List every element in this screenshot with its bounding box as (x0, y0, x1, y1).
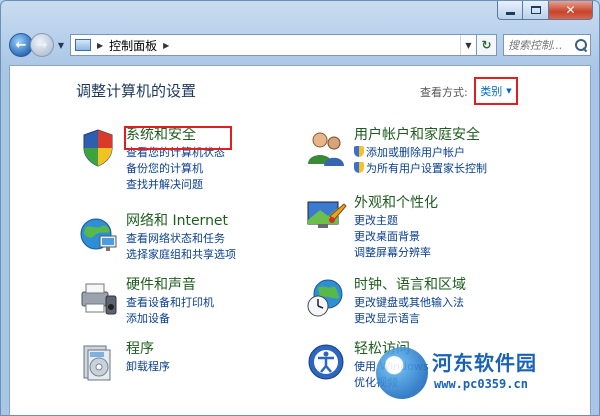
link-parental-controls[interactable]: 为所有用户设置家长控制 (354, 161, 487, 177)
category-title[interactable]: 硬件和声音 (126, 274, 196, 294)
link-troubleshoot[interactable]: 查找并解决问题 (126, 177, 225, 193)
minimize-button[interactable] (497, 1, 523, 20)
link-text: 添加或删除用户帐户 (366, 146, 465, 159)
link-add-device[interactable]: 添加设备 (126, 311, 214, 327)
system-security-icon (83, 129, 113, 167)
category-links: 查看您的计算机状态 备份您的计算机 查找并解决问题 (126, 145, 225, 193)
uac-shield-icon (354, 146, 364, 157)
category-links: 更改主题 更改桌面背景 调整屏幕分辨率 (354, 213, 431, 261)
category-title[interactable]: 时钟、语言和区域 (354, 274, 466, 294)
link-display-language[interactable]: 更改显示语言 (354, 311, 464, 327)
breadcrumb-trail-arrow[interactable]: ▶ (163, 41, 169, 50)
link-uninstall[interactable]: 卸载程序 (126, 359, 170, 375)
breadcrumb-separator[interactable]: ▶ (97, 41, 103, 50)
address-dropdown-button[interactable]: ▼ (460, 35, 476, 55)
link-backup[interactable]: 备份您的计算机 (126, 161, 225, 177)
view-by-label: 查看方式: (420, 86, 468, 99)
navigation-bar: ← → ▼ ▶ 控制面板 ▶ ▼ ↻ (9, 31, 591, 59)
watermark-url: www.pc0359.cn (434, 377, 528, 391)
link-network-status[interactable]: 查看网络状态和任务 (126, 231, 236, 247)
refresh-button[interactable]: ↻ (477, 34, 497, 56)
control-panel-icon (75, 39, 91, 51)
forward-button[interactable]: → (30, 33, 54, 57)
caption-buttons: ✕ (497, 1, 593, 21)
category-title[interactable]: 网络和 Internet (126, 210, 228, 230)
uac-shield-icon (354, 162, 364, 173)
category-title[interactable]: 用户帐户和家庭安全 (354, 124, 480, 144)
refresh-icon: ↻ (481, 38, 492, 52)
recent-pages-dropdown[interactable]: ▼ (56, 41, 66, 50)
link-text: 为所有用户设置家长控制 (366, 162, 487, 175)
breadcrumb-control-panel[interactable]: 控制面板 (109, 37, 157, 54)
category-title[interactable]: 外观和个性化 (354, 192, 438, 212)
category-links: 查看网络状态和任务 选择家庭组和共享选项 (126, 231, 236, 263)
page-title: 调整计算机的设置 (76, 82, 197, 100)
link-desktop-background[interactable]: 更改桌面背景 (354, 229, 431, 245)
network-icon (80, 218, 117, 251)
address-bar[interactable]: ▶ 控制面板 ▶ ▼ (70, 34, 477, 56)
link-screen-resolution[interactable]: 调整屏幕分辨率 (354, 245, 431, 261)
appearance-icon (307, 201, 347, 228)
watermark: 河东软件园 www.pc0359.cn (376, 343, 586, 405)
ease-of-access-icon (308, 344, 344, 380)
search-input[interactable] (508, 38, 572, 52)
hardware-sound-icon (81, 283, 117, 315)
link-add-remove-users[interactable]: 添加或删除用户帐户 (354, 145, 487, 161)
watermark-logo-icon (376, 347, 428, 399)
link-devices-printers[interactable]: 查看设备和打印机 (126, 295, 214, 311)
category-links: 卸载程序 (126, 359, 170, 375)
link-change-theme[interactable]: 更改主题 (354, 213, 431, 229)
view-by-dropdown[interactable]: 类别 ▼ (474, 77, 518, 105)
highlight-box (124, 126, 232, 150)
category-links: 更改键盘或其他输入法 更改显示语言 (354, 295, 464, 327)
search-box[interactable] (503, 34, 591, 56)
maximize-icon (530, 6, 541, 14)
programs-icon (83, 345, 111, 381)
link-homegroup[interactable]: 选择家庭组和共享选项 (126, 247, 236, 263)
maximize-button[interactable] (523, 1, 549, 20)
chevron-down-icon: ▼ (465, 40, 472, 50)
main-content: 调整计算机的设置 查看方式: 类别 ▼ 系统和安全 查看您的计算机状态 备份您的… (9, 65, 591, 415)
link-keyboard-input[interactable]: 更改键盘或其他输入法 (354, 295, 464, 311)
minimize-icon (505, 11, 515, 15)
close-icon: ✕ (565, 3, 576, 17)
user-accounts-icon (308, 132, 344, 166)
back-arrow-icon: ← (15, 37, 27, 53)
chevron-down-icon: ▼ (506, 87, 512, 95)
category-links: 添加或删除用户帐户 为所有用户设置家长控制 (354, 145, 487, 177)
watermark-title: 河东软件园 (432, 351, 537, 375)
chevron-down-icon: ▼ (57, 40, 65, 50)
search-icon[interactable] (574, 38, 588, 52)
category-links: 查看设备和打印机 添加设备 (126, 295, 214, 327)
control-panel-window: ✕ ← → ▼ ▶ 控制面板 ▶ ▼ ↻ 调整计算机的设置 查看方式: 类别 ▼ (0, 0, 600, 416)
category-title[interactable]: 程序 (126, 338, 154, 358)
close-button[interactable]: ✕ (549, 1, 593, 20)
view-by-value: 类别 (480, 85, 503, 98)
forward-arrow-icon: → (36, 37, 48, 53)
clock-language-icon (307, 279, 343, 317)
